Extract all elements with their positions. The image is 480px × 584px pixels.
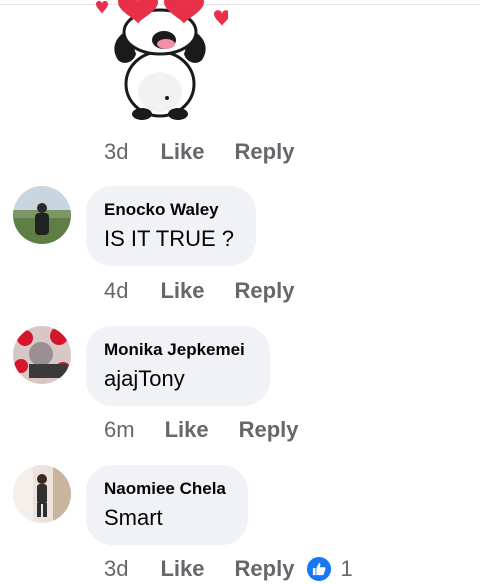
avatar-photo-icon bbox=[13, 326, 71, 384]
comment-text: ajajTony bbox=[104, 366, 185, 391]
avatar[interactable] bbox=[13, 326, 71, 384]
like-button[interactable]: Like bbox=[160, 556, 204, 582]
comment-text: Smart bbox=[104, 505, 163, 530]
comment-actions: 3d Like Reply 1 bbox=[104, 554, 353, 584]
comment-time: 4d bbox=[104, 278, 129, 303]
commenter-name[interactable]: Naomiee Chela bbox=[104, 479, 230, 499]
avatar[interactable] bbox=[13, 465, 71, 523]
comment-text: IS IT TRUE ? bbox=[104, 226, 235, 251]
comment-time: 3d bbox=[104, 139, 129, 164]
commenter-name[interactable]: Enocko Waley bbox=[104, 200, 238, 220]
like-button[interactable]: Like bbox=[160, 139, 204, 165]
reaction-summary[interactable]: 1 bbox=[306, 556, 353, 582]
avatar[interactable] bbox=[13, 186, 71, 244]
comment-actions: 6m Like Reply bbox=[104, 415, 299, 445]
reaction-count: 1 bbox=[340, 556, 353, 581]
comment-bubble: Naomiee Chela Smart bbox=[86, 465, 248, 545]
avatar-photo-icon bbox=[13, 465, 71, 523]
sticker-comment-actions: 3d Like Reply bbox=[104, 137, 294, 167]
thumbs-up-icon bbox=[306, 556, 333, 582]
reply-button[interactable]: Reply bbox=[235, 139, 295, 165]
avatar-photo-icon bbox=[13, 186, 71, 244]
comment-bubble: Enocko Waley IS IT TRUE ? bbox=[86, 186, 256, 266]
comment-bubble: Monika Jepkemei ajajTony bbox=[86, 326, 270, 406]
reply-button[interactable]: Reply bbox=[235, 556, 295, 582]
comment-time: 3d bbox=[104, 556, 129, 581]
reply-button[interactable]: Reply bbox=[235, 278, 295, 304]
like-button[interactable]: Like bbox=[160, 278, 204, 304]
comment-actions: 4d Like Reply bbox=[104, 276, 294, 306]
like-button[interactable]: Like bbox=[165, 417, 209, 443]
reply-button[interactable]: Reply bbox=[239, 417, 299, 443]
comment-time: 6m bbox=[104, 417, 135, 442]
top-divider bbox=[0, 4, 480, 5]
commenter-name[interactable]: Monika Jepkemei bbox=[104, 340, 252, 360]
panda-sticker bbox=[96, 0, 228, 120]
